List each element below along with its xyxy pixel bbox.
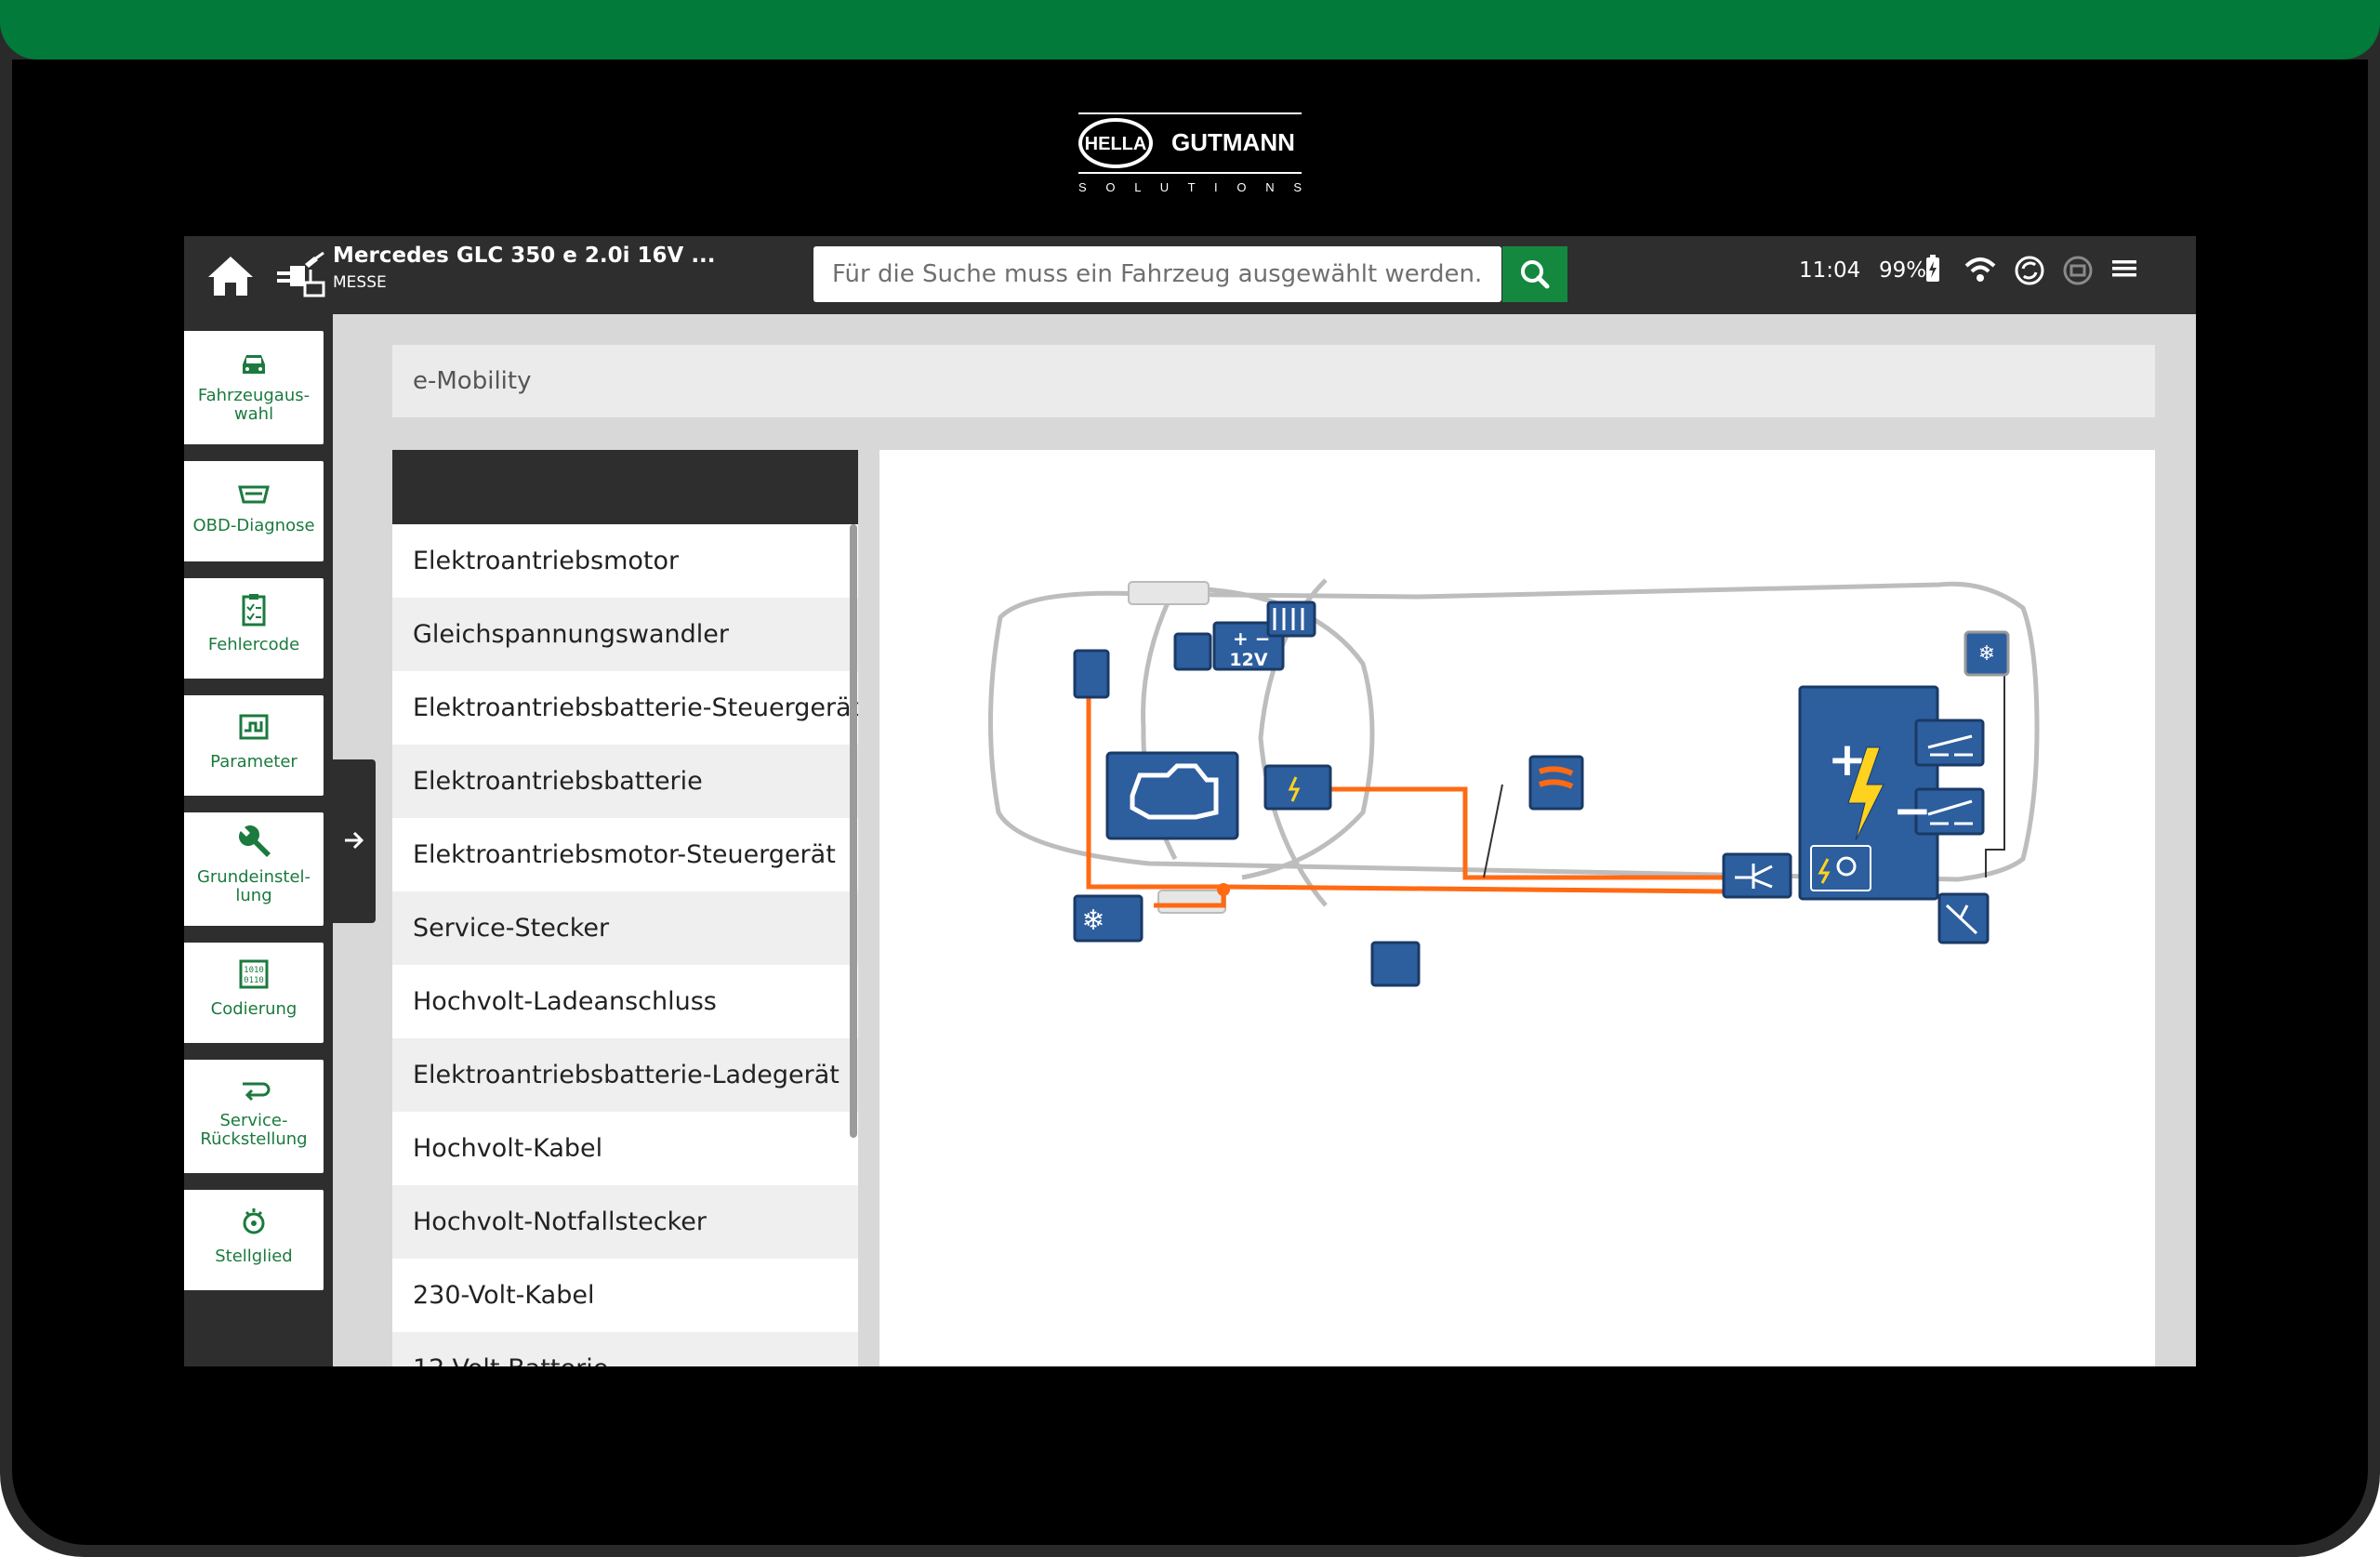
list-item[interactable]: Elektroantriebsbatterie-Ladegerät xyxy=(392,1038,858,1112)
car-icon xyxy=(243,355,265,374)
nav-fahrzeugauswahl[interactable]: Fahrzeugaus-wahl xyxy=(184,331,324,444)
svg-text:+ −: + − xyxy=(1233,627,1270,650)
nav-obd-diagnose[interactable]: OBD-Diagnose xyxy=(184,461,324,561)
battery-12v-label: 12V xyxy=(1229,650,1267,670)
search-placeholder: Für die Suche muss ein Fahrzeug ausgewäh… xyxy=(832,260,1483,288)
search-button[interactable] xyxy=(1502,246,1567,302)
vehicle-diagram-panel: + − 12V + − ❄ ❄ xyxy=(879,450,2155,1366)
clock: 11:04 xyxy=(1799,258,1861,283)
svg-text:−: − xyxy=(1893,784,1932,838)
sync-icon[interactable] xyxy=(2014,255,2045,286)
battery-percentage: 99% xyxy=(1879,258,1927,283)
vehicle-subtitle: MESSE xyxy=(333,273,387,292)
breadcrumb: e-Mobility xyxy=(392,345,2155,417)
nav-label: Parameter xyxy=(210,752,298,772)
list-item[interactable]: Elektroantriebsbatterie-Steuergerät xyxy=(392,671,858,745)
list-scrollbar[interactable] xyxy=(850,524,857,1138)
nav-label: OBD-Diagnose xyxy=(192,516,315,535)
vehicle-connect-icon[interactable] xyxy=(273,249,327,299)
top-header: Mercedes GLC 350 e 2.0i 16V ... MESSE Fü… xyxy=(184,236,2196,314)
binary-coding-icon: 1010 0110 xyxy=(239,959,269,989)
component-list-header xyxy=(392,450,858,524)
solutions-text: S O L U T I O N S xyxy=(1078,180,1302,194)
list-item[interactable]: Elektroantriebsmotor xyxy=(392,524,858,598)
nav-label: Service-Rückstellung xyxy=(200,1111,308,1149)
obd-connector-icon xyxy=(238,485,270,504)
wrench-icon xyxy=(239,825,271,857)
nav-stellglied[interactable]: Stellglied xyxy=(184,1190,324,1290)
list-item[interactable]: Hochvolt-Kabel xyxy=(392,1112,858,1185)
hella-text: HELLA xyxy=(1085,134,1147,154)
parameter-chart-icon xyxy=(239,714,269,740)
list-item[interactable]: 12-Volt-Batterie xyxy=(392,1332,858,1366)
list-item[interactable]: Gleichspannungswandler xyxy=(392,598,858,671)
vehicle-title[interactable]: Mercedes GLC 350 e 2.0i 16V ... xyxy=(333,244,716,268)
search-input[interactable]: Für die Suche muss ein Fahrzeug ausgewäh… xyxy=(813,246,1501,302)
nav-fehlercode[interactable]: Fehlercode xyxy=(184,578,324,679)
search-icon xyxy=(1521,260,1550,289)
tablet-frame: HELLA GUTMANN S O L U T I O N S Mercedes… xyxy=(0,0,2380,1557)
arrow-right-icon xyxy=(345,831,364,850)
main-sidebar: Fahrzeugaus-wahl OBD-Diagnose Fehlercode xyxy=(184,314,333,1366)
wifi-icon xyxy=(1964,257,1996,282)
ev-car-diagram: + − 12V + − ❄ ❄ xyxy=(987,578,2040,987)
list-item[interactable]: Service-Stecker xyxy=(392,891,858,965)
breadcrumb-label: e-Mobility xyxy=(413,367,532,395)
menu-icon[interactable] xyxy=(2110,255,2138,283)
battery-charging-icon xyxy=(1926,255,1939,282)
list-item[interactable]: Hochvolt-Ladeanschluss xyxy=(392,965,858,1038)
nav-label: Stellglied xyxy=(215,1247,293,1266)
nav-label: Fahrzeugaus-wahl xyxy=(197,386,311,424)
nav-grundeinstellung[interactable]: Grundeinstel-lung xyxy=(184,812,324,926)
gutmann-text: GUTMANN xyxy=(1171,128,1295,156)
list-item[interactable]: Hochvolt-Notfallstecker xyxy=(392,1185,858,1259)
app-screen: Mercedes GLC 350 e 2.0i 16V ... MESSE Fü… xyxy=(184,236,2196,1366)
device-top-band xyxy=(0,0,2380,59)
nav-label: Codierung xyxy=(210,999,298,1019)
list-item[interactable]: 230-Volt-Kabel xyxy=(392,1259,858,1332)
nav-parameter[interactable]: Parameter xyxy=(184,695,324,796)
fault-code-clipboard-icon xyxy=(242,594,266,627)
actuator-icon xyxy=(243,1208,265,1234)
list-item[interactable]: Elektroantriebsbatterie xyxy=(392,745,858,818)
list-item[interactable]: Elektroantriebsmotor-Steuergerät xyxy=(392,818,858,891)
nav-codierung[interactable]: 1010 0110 Codierung xyxy=(184,943,324,1043)
component-list: Elektroantriebsmotor Gleichspannungswand… xyxy=(392,524,858,1366)
svg-text:0110: 0110 xyxy=(244,976,264,985)
home-icon[interactable] xyxy=(206,253,255,297)
nav-label: Grundeinstel-lung xyxy=(196,867,311,905)
nav-label: Fehlercode xyxy=(207,635,300,654)
service-reset-icon xyxy=(243,1082,271,1102)
svg-text:❄: ❄ xyxy=(1081,904,1104,937)
hella-gutmann-logo: HELLA GUTMANN S O L U T I O N S xyxy=(1078,112,1302,194)
expand-panel-tab[interactable] xyxy=(333,759,376,923)
vci-status-icon[interactable] xyxy=(2062,255,2094,286)
svg-text:1010: 1010 xyxy=(244,966,264,975)
svg-text:❄: ❄ xyxy=(1978,642,1995,666)
nav-service-rueckstellung[interactable]: Service-Rückstellung xyxy=(184,1060,324,1173)
